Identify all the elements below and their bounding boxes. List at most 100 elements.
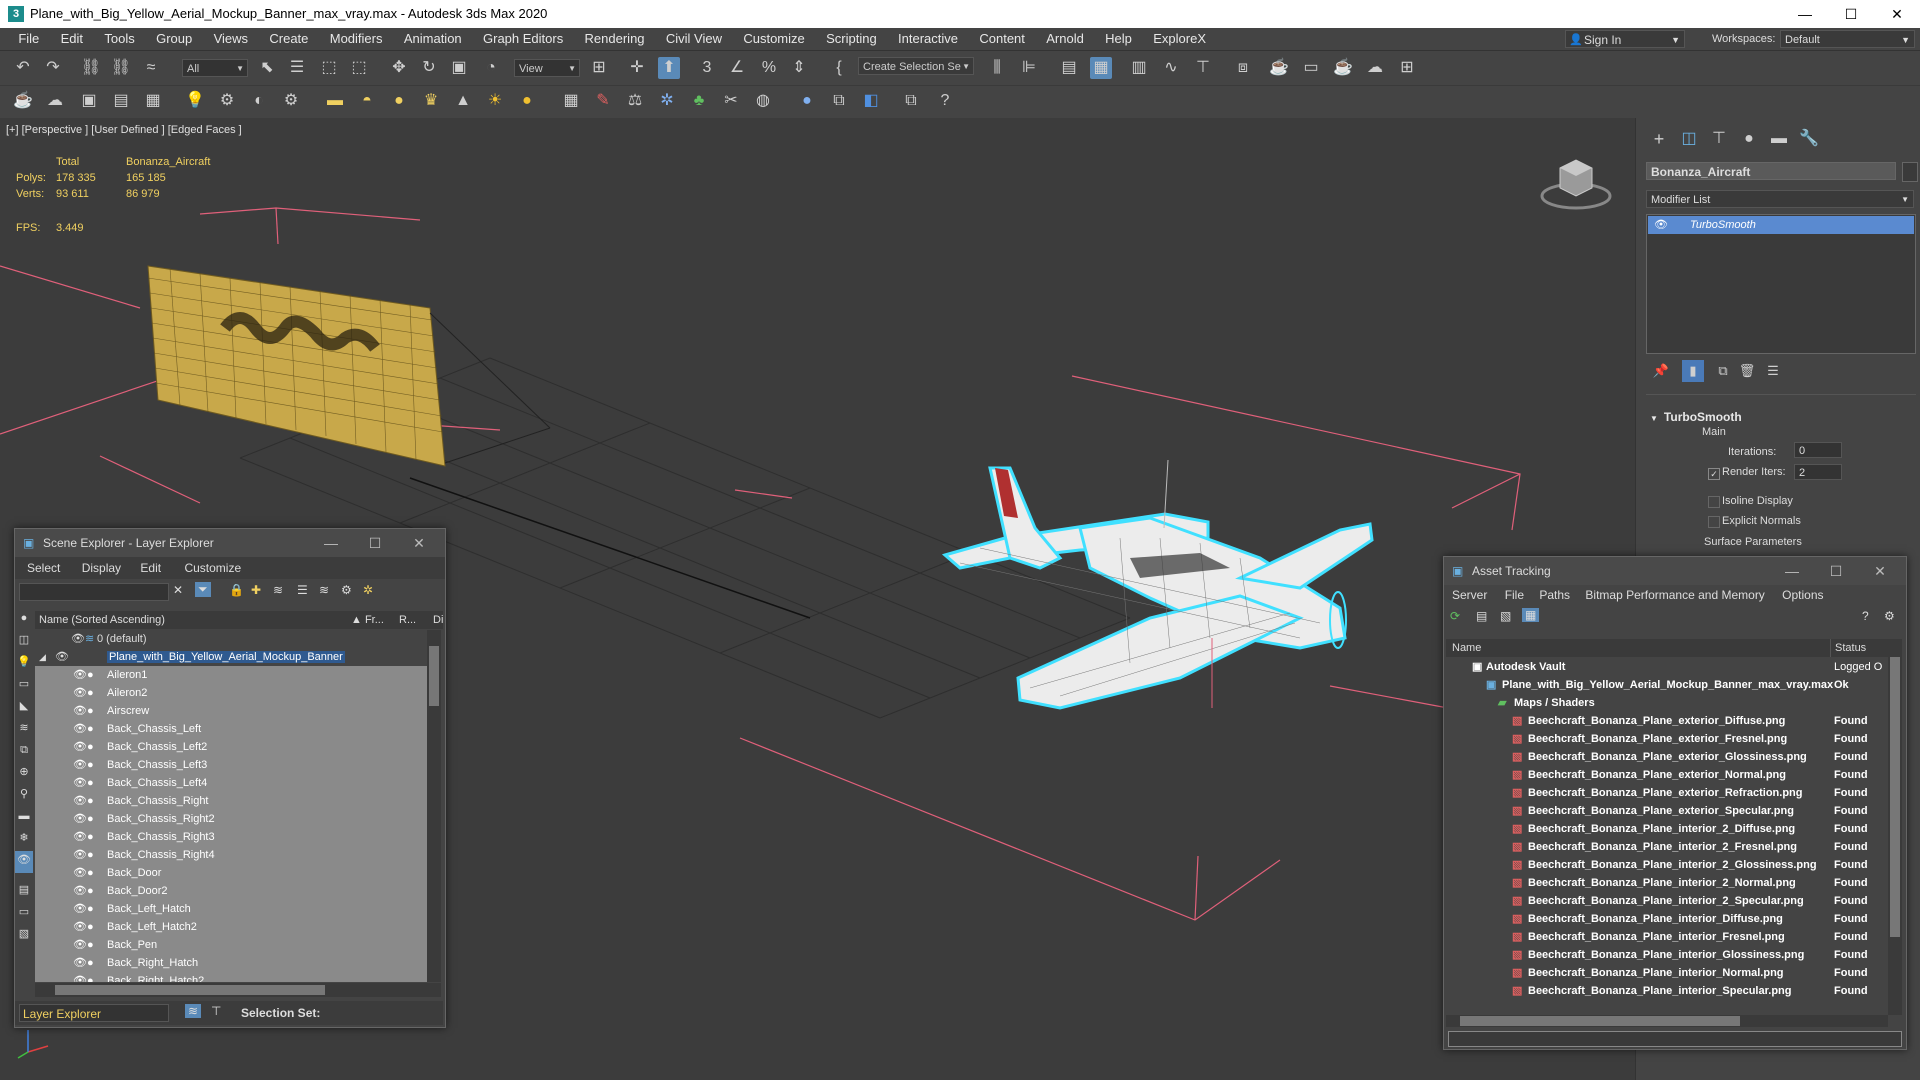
explicit-normals-checkbox[interactable] — [1708, 516, 1720, 528]
filter-geometry-icon[interactable]: ● — [15, 609, 33, 631]
eye-icon[interactable]: 👁 — [73, 900, 87, 918]
filter-helpers-icon[interactable]: ◣ — [15, 697, 33, 719]
list-item[interactable]: 👁 ● Back_Chassis_Left — [35, 720, 427, 738]
eye-icon[interactable]: 👁 — [55, 648, 69, 666]
mirror-icon[interactable]: ⫼ — [986, 57, 1008, 79]
utilities-tab-icon[interactable]: 🔧 — [1798, 128, 1820, 150]
menu-group[interactable]: Group — [147, 28, 201, 50]
lock-icon[interactable]: 🔒 — [229, 583, 244, 597]
turbosmooth-rollout-header[interactable]: ▼ TurboSmooth — [1650, 410, 1742, 424]
keyboard-shortcut-override-icon[interactable]: ⬆ — [658, 57, 680, 79]
menu-create[interactable]: Create — [260, 28, 317, 50]
table-row[interactable]: ▧ Beechcraft_Bonanza_Plane_interior_Gloss… — [1446, 946, 1888, 964]
se-menu-select[interactable]: Select — [15, 561, 72, 575]
asset-row-maps-folder[interactable]: ▰ Maps / Shaders — [1446, 694, 1888, 712]
toggle-ribbon-icon[interactable]: ▥ — [1128, 57, 1150, 79]
window-crossing-icon[interactable]: ⬚ — [348, 57, 370, 79]
toggle-layer-explorer-icon[interactable]: ▦ — [1090, 57, 1112, 79]
menu-content[interactable]: Content — [970, 28, 1034, 50]
filter-groups-icon[interactable]: ⧉ — [15, 741, 33, 763]
vray-sphere-light-icon[interactable]: ● — [388, 90, 410, 112]
render-setup-icon[interactable]: ☕ — [1268, 57, 1290, 79]
iterations-spinner[interactable]: 0 — [1794, 442, 1842, 458]
at-menu-bitmap-performance[interactable]: Bitmap Performance and Memory — [1579, 588, 1770, 602]
list-item[interactable]: 👁 ● Back_Pen — [35, 936, 427, 954]
vertical-scrollbar[interactable] — [427, 630, 441, 982]
configure-modifier-sets-icon[interactable]: ☰ — [1762, 360, 1784, 382]
modifier-list-dropdown[interactable]: Modifier List ▼ — [1646, 190, 1914, 208]
eye-icon[interactable]: 👁 — [73, 774, 87, 792]
bind-spacewarp-icon[interactable]: ≈ — [140, 57, 162, 79]
refresh-icon[interactable]: ⟳ — [1450, 609, 1460, 623]
place-icon[interactable]: ◔ — [480, 57, 502, 79]
select-by-name-icon[interactable]: ☰ — [286, 57, 308, 79]
new-layer-icon[interactable]: ✚ — [251, 583, 261, 597]
at-menu-options[interactable]: Options — [1774, 588, 1831, 602]
list-item[interactable]: 👁 ● Aileron1 — [35, 666, 427, 684]
table-row[interactable]: ▧ Beechcraft_Bonanza_Plane_interior_2_Dif… — [1446, 820, 1888, 838]
menu-edit[interactable]: Edit — [52, 28, 92, 50]
workspaces-dropdown[interactable]: Default ▼ — [1780, 30, 1915, 48]
eye-icon[interactable]: 👁 — [71, 630, 85, 648]
list-item[interactable]: 👁 ● Airscrew — [35, 702, 427, 720]
vray-dome-light-icon[interactable]: ◓ — [356, 90, 378, 112]
move-icon[interactable]: ✥ — [388, 57, 410, 79]
viewport-label[interactable]: [+] [Perspective ] [User Defined ] [Edge… — [6, 124, 242, 136]
horizontal-scrollbar[interactable] — [35, 983, 441, 997]
filter-xrefs-icon[interactable]: ⊕ — [15, 763, 33, 785]
vray-settings-icon[interactable]: ⧉ — [900, 90, 922, 112]
display-invert-icon[interactable]: ▧ — [15, 925, 33, 947]
help-icon[interactable]: ? — [934, 90, 956, 112]
list-item[interactable]: 👁 ● Back_Chassis_Left3 — [35, 756, 427, 774]
render-production-icon[interactable]: ☕ — [1332, 57, 1354, 79]
asset-tracking-titlebar[interactable]: ▣ Asset Tracking — ☐ ✕ — [1444, 557, 1906, 585]
create-tab-icon[interactable]: + — [1648, 128, 1670, 150]
vray-sphere-icon[interactable]: ✎ — [592, 90, 614, 112]
asset-row-vault[interactable]: ▣ Autodesk Vault Logged O — [1446, 658, 1888, 676]
column-frozen[interactable]: ▲ Fr... — [351, 611, 384, 629]
menu-tools[interactable]: Tools — [95, 28, 143, 50]
list-item[interactable]: 👁 ● Back_Left_Hatch2 — [35, 918, 427, 936]
filter-shapes-icon[interactable]: ◫ — [15, 631, 33, 653]
sign-in-dropdown[interactable]: 👤 Sign In ▼ — [1565, 30, 1685, 48]
menu-customize[interactable]: Customize — [734, 28, 813, 50]
eye-icon[interactable]: 👁 — [73, 756, 87, 774]
table-view-icon[interactable]: ▦ — [1522, 608, 1540, 622]
eye-icon[interactable]: 👁 — [73, 738, 87, 756]
table-row[interactable]: ▧ Beechcraft_Bonanza_Plane_interior_Diffu… — [1446, 910, 1888, 928]
layer-mode-icon[interactable]: ≋ — [185, 1004, 202, 1018]
eye-icon[interactable]: 👁 — [1654, 216, 1668, 234]
render-activeshade-icon[interactable]: ⊞ — [1396, 57, 1418, 79]
material-editor-icon[interactable]: ⧈ — [1232, 57, 1254, 79]
eye-icon[interactable]: 👁 — [73, 810, 87, 828]
eye-icon[interactable]: 👁 — [73, 684, 87, 702]
curve-editor-icon[interactable]: ∿ — [1160, 57, 1182, 79]
table-row[interactable]: ▧ Beechcraft_Bonanza_Plane_exterior_Specu… — [1446, 802, 1888, 820]
table-row[interactable]: ▧ Beechcraft_Bonanza_Plane_interior_2_Fre… — [1446, 838, 1888, 856]
filter-cameras-icon[interactable]: ▭ — [15, 675, 33, 697]
make-unique-icon[interactable]: ⧉ — [1712, 360, 1734, 382]
vray-light-lister-icon[interactable]: 💡 — [184, 90, 206, 112]
display-all-icon[interactable]: ▤ — [15, 881, 33, 903]
menu-arnold[interactable]: Arnold — [1037, 28, 1093, 50]
select-layer-icon[interactable]: ☰ — [297, 583, 308, 597]
layer-settings-icon[interactable]: ⚙ — [341, 583, 352, 597]
list-item[interactable]: 👁 ● Back_Chassis_Right — [35, 792, 427, 810]
menu-graph-editors[interactable]: Graph Editors — [474, 28, 572, 50]
viewcube[interactable] — [1540, 154, 1612, 212]
menu-civil-view[interactable]: Civil View — [657, 28, 731, 50]
menu-interactive[interactable]: Interactive — [889, 28, 967, 50]
vray-cloud-icon[interactable]: ☁ — [44, 90, 66, 112]
column-render[interactable]: R... — [399, 611, 416, 629]
highlight-icon[interactable]: ✲ — [363, 583, 373, 597]
list-item[interactable]: 👁 ● Aileron2 — [35, 684, 427, 702]
eye-icon[interactable]: 👁 — [73, 846, 87, 864]
list-item[interactable]: 👁 ● Back_Left_Hatch — [35, 900, 427, 918]
table-row[interactable]: ▧ Beechcraft_Bonanza_Plane_exterior_Norma… — [1446, 766, 1888, 784]
table-row[interactable]: ▧ Beechcraft_Bonanza_Plane_interior_Norma… — [1446, 964, 1888, 982]
se-menu-customize[interactable]: Customize — [174, 561, 251, 575]
render-iters-checkbox[interactable]: ✓ — [1708, 468, 1720, 480]
align-icon[interactable]: ⊫ — [1018, 57, 1040, 79]
link-icon[interactable]: ⛓ — [80, 57, 102, 79]
menu-scripting[interactable]: Scripting — [817, 28, 886, 50]
